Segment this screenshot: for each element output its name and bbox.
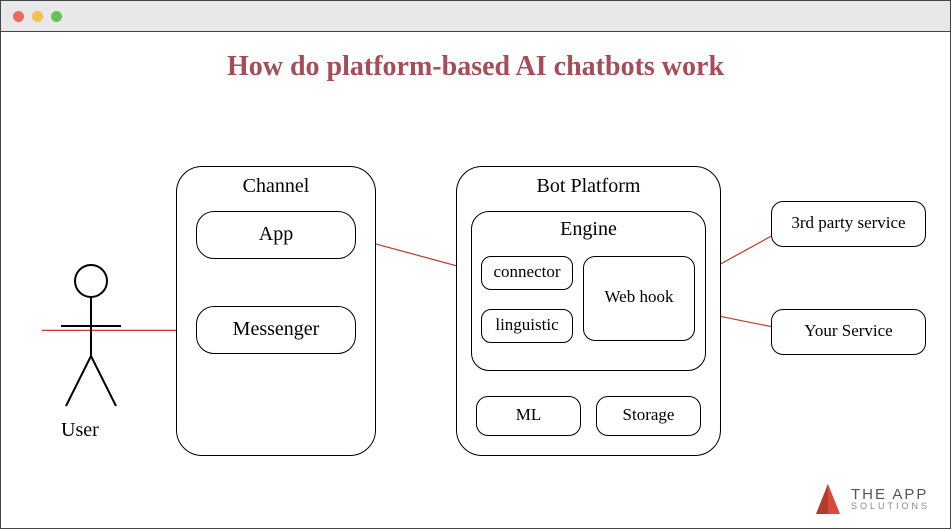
ml-box: ML <box>476 396 581 436</box>
browser-window: How do platform-based AI chatbots work <box>0 0 951 529</box>
third-party-box: 3rd party service <box>771 201 926 247</box>
brand-line1: THE APP <box>851 487 930 502</box>
ml-label: ML <box>516 405 542 424</box>
connector-box: connector <box>481 256 573 290</box>
app-label: App <box>259 223 293 245</box>
engine-label: Engine <box>472 218 705 241</box>
diagram-title: How do platform-based AI chatbots work <box>1 51 950 83</box>
connector-label: connector <box>493 262 560 281</box>
maximize-icon[interactable] <box>51 11 62 22</box>
your-service-box: Your Service <box>771 309 926 355</box>
webhook-label: Web hook <box>605 287 674 306</box>
window-titlebar <box>1 1 950 32</box>
app-box: App <box>196 211 356 259</box>
diagram-canvas: How do platform-based AI chatbots work <box>1 31 950 528</box>
linguistic-box: linguistic <box>481 309 573 343</box>
storage-label: Storage <box>623 405 675 424</box>
linguistic-label: linguistic <box>495 315 558 334</box>
messenger-box: Messenger <box>196 306 356 354</box>
brand-logo-icon <box>813 482 843 516</box>
user-label: User <box>61 419 99 442</box>
minimize-icon[interactable] <box>32 11 43 22</box>
your-service-label: Your Service <box>804 321 892 340</box>
storage-box: Storage <box>596 396 701 436</box>
channel-label: Channel <box>177 175 375 198</box>
brand-logo: THE APP SOLUTIONS <box>813 482 930 516</box>
brand-line2: SOLUTIONS <box>851 502 930 511</box>
user-icon <box>56 261 126 416</box>
bot-platform-label: Bot Platform <box>457 175 720 198</box>
third-party-label: 3rd party service <box>791 213 905 232</box>
webhook-box: Web hook <box>583 256 695 341</box>
messenger-label: Messenger <box>233 318 320 340</box>
close-icon[interactable] <box>13 11 24 22</box>
